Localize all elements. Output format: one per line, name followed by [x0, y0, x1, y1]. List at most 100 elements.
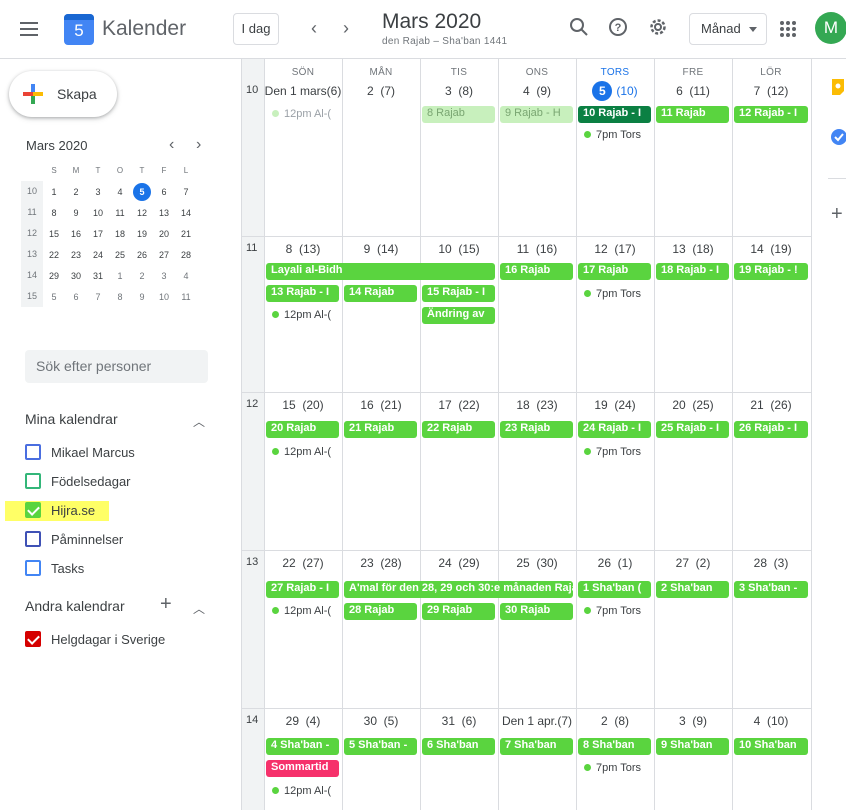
checkbox-icon[interactable]: [25, 560, 41, 576]
date-label[interactable]: 6 (11): [654, 84, 732, 98]
calendar-item[interactable]: Helgdagar i Sverige: [25, 629, 165, 649]
timed-event[interactable]: 12pm Al-(: [272, 309, 338, 321]
mini-day-cell[interactable]: 5: [131, 182, 153, 201]
event-chip[interactable]: 20 Rajab: [266, 421, 339, 438]
mini-day-cell[interactable]: 17: [87, 229, 109, 239]
mini-day-cell[interactable]: 10: [153, 292, 175, 302]
event-chip[interactable]: 24 Rajab - I: [578, 421, 651, 438]
mini-day-cell[interactable]: 14: [175, 208, 197, 218]
event-chip[interactable]: 6 Sha'ban: [422, 738, 495, 755]
event-chip[interactable]: 28 Rajab: [344, 603, 417, 620]
mini-day-cell[interactable]: 27: [153, 250, 175, 260]
mini-day-cell[interactable]: 11: [175, 292, 197, 302]
date-label[interactable]: 2 (7): [342, 84, 420, 98]
mini-next-icon[interactable]: ›: [196, 136, 201, 154]
checkbox-icon[interactable]: [25, 444, 41, 460]
mini-day-cell[interactable]: 30: [65, 271, 87, 281]
mini-day-cell[interactable]: 4: [109, 187, 131, 197]
today-button[interactable]: I dag: [233, 13, 279, 45]
event-chip[interactable]: 23 Rajab: [500, 421, 573, 438]
event-chip[interactable]: 27 Rajab - I: [266, 581, 339, 598]
mini-day-cell[interactable]: 3: [87, 187, 109, 197]
date-label[interactable]: 22 (27): [264, 556, 342, 570]
mini-day-cell[interactable]: 29: [43, 271, 65, 281]
date-label[interactable]: 15 (20): [264, 398, 342, 412]
date-label[interactable]: 7 (12): [732, 84, 810, 98]
timed-event[interactable]: 12pm Al-(: [272, 108, 338, 120]
mini-day-cell[interactable]: 16: [65, 229, 87, 239]
week-number[interactable]: 12: [246, 398, 258, 410]
event-chip[interactable]: 29 Rajab: [422, 603, 495, 620]
timed-event[interactable]: 7pm Tors: [584, 129, 650, 141]
date-label[interactable]: 11 (16): [498, 242, 576, 256]
date-label[interactable]: 24 (29): [420, 556, 498, 570]
event-chip[interactable]: 16 Rajab: [500, 263, 573, 280]
week-number[interactable]: 10: [246, 84, 258, 96]
checkbox-checked-icon[interactable]: [25, 502, 41, 518]
date-label[interactable]: 2 (8): [576, 714, 654, 728]
mini-day-cell[interactable]: 24: [87, 250, 109, 260]
mini-day-cell[interactable]: 5: [43, 292, 65, 302]
event-chip[interactable]: 18 Rajab - I: [656, 263, 729, 280]
mini-day-cell[interactable]: 8: [43, 208, 65, 218]
mini-day-cell[interactable]: 6: [153, 187, 175, 197]
checkbox-icon[interactable]: [25, 473, 41, 489]
date-label[interactable]: 8 (13): [264, 242, 342, 256]
event-chip[interactable]: 5 Sha'ban -: [344, 738, 417, 755]
apps-grid-icon[interactable]: [780, 21, 796, 37]
event-chip[interactable]: 3 Sha'ban -: [734, 581, 808, 598]
user-avatar[interactable]: M: [815, 12, 846, 44]
event-chip[interactable]: A'mal för den 28, 29 och 30:e månaden Ra…: [344, 581, 573, 598]
collapse-other-calendars-icon[interactable]: ︿: [193, 600, 205, 617]
date-label[interactable]: 9 (14): [342, 242, 420, 256]
event-chip[interactable]: Layali al-Bidh: [266, 263, 495, 280]
holiday-chip[interactable]: Sommartid: [266, 760, 339, 777]
calendar-item[interactable]: Tasks: [25, 558, 84, 578]
event-chip[interactable]: 26 Rajab - I: [734, 421, 808, 438]
mini-week-number[interactable]: 12: [21, 223, 43, 244]
event-chip[interactable]: Ändring av: [422, 307, 495, 324]
event-chip[interactable]: 4 Sha'ban -: [266, 738, 339, 755]
prev-month-icon[interactable]: ‹: [311, 18, 317, 39]
date-label[interactable]: 17 (22): [420, 398, 498, 412]
date-label[interactable]: 27 (2): [654, 556, 732, 570]
calendar-item[interactable]: Födelsedagar: [25, 471, 131, 491]
date-label[interactable]: 25 (30): [498, 556, 576, 570]
event-chip[interactable]: 10 Rajab - I: [578, 106, 651, 123]
mini-day-cell[interactable]: 8: [109, 292, 131, 302]
event-chip[interactable]: 11 Rajab: [656, 106, 729, 123]
mini-day-cell[interactable]: 31: [87, 271, 109, 281]
mini-day-cell[interactable]: 7: [87, 292, 109, 302]
main-menu-icon[interactable]: [20, 22, 38, 36]
next-month-icon[interactable]: ›: [343, 18, 349, 39]
date-label[interactable]: Den 1 apr.(7): [498, 714, 576, 728]
date-label[interactable]: 16 (21): [342, 398, 420, 412]
mini-day-cell[interactable]: 25: [109, 250, 131, 260]
date-label[interactable]: 28 (3): [732, 556, 810, 570]
mini-day-cell[interactable]: 28: [175, 250, 197, 260]
event-chip[interactable]: 9 Rajab - H: [500, 106, 573, 123]
mini-week-number[interactable]: 13: [21, 244, 43, 265]
keep-icon[interactable]: [830, 78, 846, 95]
mini-day-cell[interactable]: 9: [131, 292, 153, 302]
date-label[interactable]: 18 (23): [498, 398, 576, 412]
event-chip[interactable]: 8 Sha'ban: [578, 738, 651, 755]
mini-day-cell[interactable]: 15: [43, 229, 65, 239]
date-today[interactable]: 5 (10): [576, 81, 654, 101]
mini-day-cell[interactable]: 13: [153, 208, 175, 218]
event-chip[interactable]: 12 Rajab - I: [734, 106, 808, 123]
create-button[interactable]: Skapa: [9, 71, 117, 117]
mini-day-cell[interactable]: 4: [175, 271, 197, 281]
add-calendar-icon[interactable]: +: [160, 593, 172, 616]
event-chip[interactable]: 1 Sha'ban (: [578, 581, 651, 598]
mini-day-cell[interactable]: 3: [153, 271, 175, 281]
checkbox-checked-icon[interactable]: [25, 631, 41, 647]
timed-event[interactable]: 7pm Tors: [584, 605, 650, 617]
date-label[interactable]: 29 (4): [264, 714, 342, 728]
calendar-item[interactable]: Påminnelser: [25, 529, 123, 549]
mini-week-number[interactable]: 14: [21, 265, 43, 286]
mini-week-number[interactable]: 11: [21, 202, 43, 223]
settings-gear-icon[interactable]: [647, 16, 669, 38]
mini-day-cell[interactable]: 11: [109, 208, 131, 218]
date-label[interactable]: 20 (25): [654, 398, 732, 412]
